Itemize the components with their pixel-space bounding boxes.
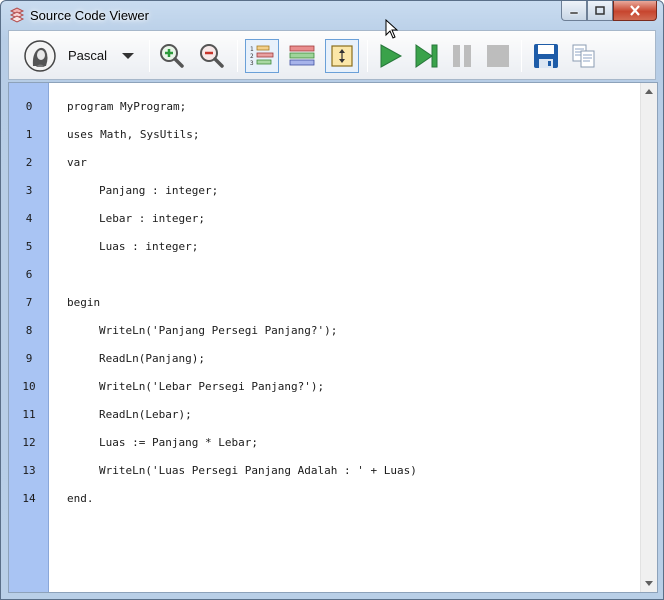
code-line[interactable]: Lebar : integer; — [99, 212, 205, 225]
toggle-line-numbers-button[interactable]: 1 2 3 — [245, 39, 279, 73]
window-title: Source Code Viewer — [30, 8, 149, 23]
code-line[interactable]: Luas := Panjang * Lebar; — [99, 436, 258, 449]
code-line[interactable]: ReadLn(Lebar); — [99, 408, 192, 421]
line-number: 11 — [22, 408, 36, 421]
run-button[interactable] — [373, 39, 407, 73]
code-line[interactable]: end. — [67, 492, 94, 505]
line-number: 8 — [25, 324, 33, 337]
code-line[interactable]: Panjang : integer; — [99, 184, 218, 197]
play-icon — [380, 44, 403, 68]
step-button[interactable] — [409, 39, 443, 73]
zoom-out-icon — [200, 44, 224, 68]
minimize-icon — [569, 11, 579, 14]
mouse-pointer-icon — [385, 19, 399, 39]
line-number: 4 — [25, 212, 33, 225]
app-icon — [9, 7, 25, 23]
chevron-down-icon — [122, 53, 134, 59]
line-number: 12 — [22, 436, 36, 449]
zoom-in-button[interactable] — [155, 39, 189, 73]
pause-button[interactable] — [445, 39, 479, 73]
code-line[interactable]: uses Math, SysUtils; — [67, 128, 199, 141]
line-number: 0 — [25, 100, 33, 113]
vertical-scrollbar[interactable] — [640, 83, 657, 592]
svg-text:1: 1 — [250, 46, 254, 53]
pascal-portrait-icon — [24, 40, 56, 72]
step-forward-icon — [415, 44, 438, 68]
pause-icon — [453, 45, 471, 67]
language-dropdown-button[interactable] — [113, 39, 143, 73]
code-line[interactable]: WriteLn('Panjang Persegi Panjang?'); — [99, 324, 337, 337]
code-line[interactable]: WriteLn('Luas Persegi Panjang Adalah : '… — [99, 464, 417, 477]
line-number: 6 — [25, 268, 33, 281]
maximize-button[interactable] — [587, 1, 613, 21]
fit-to-window-button[interactable] — [325, 39, 359, 73]
svg-text:3: 3 — [250, 60, 254, 67]
title-bar[interactable]: Source Code Viewer — [1, 1, 663, 29]
line-number: 5 — [25, 240, 33, 253]
copy-icon — [572, 44, 595, 68]
code-line[interactable]: var — [67, 156, 87, 169]
language-logo-button[interactable] — [23, 39, 57, 73]
fit-height-icon — [331, 45, 353, 67]
minimize-button[interactable] — [561, 1, 587, 21]
line-numbers-icon: 1 2 3 — [250, 45, 274, 67]
zoom-out-button[interactable] — [195, 39, 229, 73]
code-line[interactable]: ReadLn(Panjang); — [99, 352, 205, 365]
close-button[interactable] — [613, 1, 657, 21]
code-line[interactable]: Luas : integer; — [99, 240, 198, 253]
scroll-down-arrow-icon[interactable] — [645, 581, 653, 586]
line-number: 10 — [22, 380, 36, 393]
code-line[interactable]: WriteLn('Lebar Persegi Panjang?'); — [99, 380, 324, 393]
zoom-in-icon — [160, 44, 184, 68]
line-number-gutter: 0 1 2 3 4 5 6 7 8 9 10 11 12 13 14 — [9, 83, 49, 592]
scroll-up-arrow-icon[interactable] — [645, 89, 653, 94]
line-number: 14 — [22, 492, 36, 505]
save-icon — [534, 44, 558, 68]
stop-button[interactable] — [481, 39, 515, 73]
code-line[interactable]: begin — [67, 296, 100, 309]
maximize-icon — [595, 6, 605, 15]
source-code-viewer-window: Source Code Viewer Pascal 1 2 3 0 1 2 3 … — [0, 0, 664, 600]
line-number: 7 — [25, 296, 33, 309]
language-label[interactable]: Pascal — [68, 48, 107, 63]
line-number: 13 — [22, 464, 36, 477]
code-editor[interactable]: 0 1 2 3 4 5 6 7 8 9 10 11 12 13 14 program MyProgram; u… — [8, 82, 658, 593]
line-number: 2 — [25, 156, 33, 169]
line-number: 9 — [25, 352, 33, 365]
close-icon — [630, 5, 640, 16]
toggle-highlight-button[interactable] — [285, 39, 319, 73]
copy-button[interactable] — [567, 39, 601, 73]
toolbar: Pascal 1 2 3 — [8, 30, 656, 80]
save-button[interactable] — [529, 39, 563, 73]
code-line[interactable]: program MyProgram; — [67, 100, 186, 113]
stop-icon — [487, 45, 509, 67]
highlight-rows-icon — [289, 45, 315, 66]
svg-text:2: 2 — [250, 53, 254, 60]
line-number: 1 — [25, 128, 33, 141]
line-number: 3 — [25, 184, 33, 197]
